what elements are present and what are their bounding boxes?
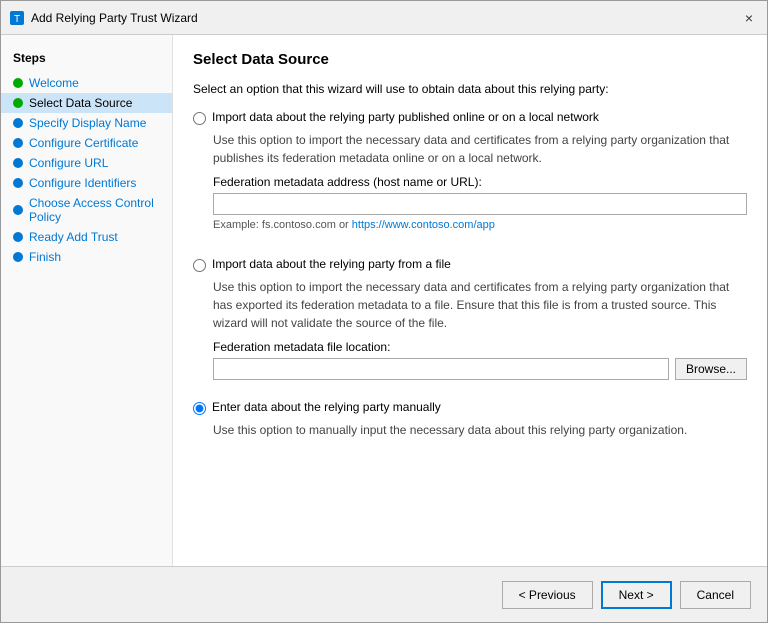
cancel-button[interactable]: Cancel xyxy=(680,581,751,609)
sidebar-item-finish[interactable]: Finish xyxy=(1,247,172,267)
sidebar-item-specify-display-name[interactable]: Specify Display Name xyxy=(1,113,172,133)
sidebar-label-finish: Finish xyxy=(29,250,61,264)
option2-browse-row: Browse... xyxy=(213,358,747,380)
option2-label[interactable]: Import data about the relying party from… xyxy=(212,257,451,271)
main-panel: Select Data Source Select an option that… xyxy=(173,35,767,566)
option3-section: Enter data about the relying party manua… xyxy=(193,400,747,447)
option1-field-section: Federation metadata address (host name o… xyxy=(213,175,747,215)
previous-button[interactable]: < Previous xyxy=(502,581,593,609)
example-prefix: Example: fs.contoso.com or xyxy=(213,219,352,231)
instruction-text: Select an option that this wizard will u… xyxy=(193,82,747,96)
step-dot-ready xyxy=(13,232,23,242)
sidebar-item-configure-identifiers[interactable]: Configure Identifiers xyxy=(1,173,172,193)
option3-radio[interactable] xyxy=(193,402,206,415)
option3-row: Enter data about the relying party manua… xyxy=(193,400,747,415)
sidebar-item-welcome[interactable]: Welcome xyxy=(1,73,172,93)
window-title: Add Relying Party Trust Wizard xyxy=(31,11,198,25)
option1-section: Import data about the relying party publ… xyxy=(193,110,747,241)
sidebar-label-url: Configure URL xyxy=(29,156,108,170)
page-title: Select Data Source xyxy=(193,51,747,68)
option3-description: Use this option to manually input the ne… xyxy=(213,421,747,439)
browse-button[interactable]: Browse... xyxy=(675,358,747,380)
option3-label[interactable]: Enter data about the relying party manua… xyxy=(212,400,441,414)
sidebar-label-welcome: Welcome xyxy=(29,76,79,90)
option1-label[interactable]: Import data about the relying party publ… xyxy=(212,110,599,124)
option2-radio[interactable] xyxy=(193,259,206,272)
example-link[interactable]: https://www.contoso.com/app xyxy=(352,219,495,231)
svg-text:T: T xyxy=(14,14,20,25)
sidebar-label-specify-name: Specify Display Name xyxy=(29,116,146,130)
sidebar-item-configure-certificate[interactable]: Configure Certificate xyxy=(1,133,172,153)
sidebar-label-cert: Configure Certificate xyxy=(29,136,138,150)
sidebar-label-select-data: Select Data Source xyxy=(29,96,132,110)
option2-field-label: Federation metadata file location: xyxy=(213,340,747,354)
option1-field-label: Federation metadata address (host name o… xyxy=(213,175,747,189)
option1-radio[interactable] xyxy=(193,112,206,125)
option2-row: Import data about the relying party from… xyxy=(193,257,747,272)
step-dot-identifiers xyxy=(13,178,23,188)
option1-row: Import data about the relying party publ… xyxy=(193,110,747,125)
step-dot-url xyxy=(13,158,23,168)
option2-description: Use this option to import the necessary … xyxy=(213,278,747,332)
option1-example: Example: fs.contoso.com or https://www.c… xyxy=(213,219,747,231)
footer: < Previous Next > Cancel xyxy=(1,566,767,622)
step-dot-finish xyxy=(13,252,23,262)
close-button[interactable]: × xyxy=(739,8,759,28)
step-dot-access xyxy=(13,205,23,215)
step-dot-specify-name xyxy=(13,118,23,128)
sidebar-item-access-control[interactable]: Choose Access Control Policy xyxy=(1,193,172,227)
title-bar-left: T Add Relying Party Trust Wizard xyxy=(9,10,198,26)
next-button[interactable]: Next > xyxy=(601,581,672,609)
wizard-window: T Add Relying Party Trust Wizard × Steps… xyxy=(0,0,768,623)
sidebar-item-configure-url[interactable]: Configure URL xyxy=(1,153,172,173)
step-dot-cert xyxy=(13,138,23,148)
title-bar: T Add Relying Party Trust Wizard × xyxy=(1,1,767,35)
option1-description: Use this option to import the necessary … xyxy=(213,131,747,167)
sidebar-item-select-data-source[interactable]: Select Data Source xyxy=(1,93,172,113)
federation-metadata-file-input[interactable] xyxy=(213,358,669,380)
steps-label: Steps xyxy=(1,47,172,73)
federation-metadata-url-input[interactable] xyxy=(213,193,747,215)
content-area: Steps Welcome Select Data Source Specify… xyxy=(1,35,767,566)
sidebar-label-ready: Ready Add Trust xyxy=(29,230,118,244)
sidebar-label-access: Choose Access Control Policy xyxy=(29,196,160,224)
app-icon: T xyxy=(9,10,25,26)
step-dot-select-data xyxy=(13,98,23,108)
option2-section: Import data about the relying party from… xyxy=(193,257,747,384)
sidebar-item-ready-add-trust[interactable]: Ready Add Trust xyxy=(1,227,172,247)
sidebar-label-identifiers: Configure Identifiers xyxy=(29,176,136,190)
step-dot-welcome xyxy=(13,78,23,88)
sidebar: Steps Welcome Select Data Source Specify… xyxy=(1,35,173,566)
